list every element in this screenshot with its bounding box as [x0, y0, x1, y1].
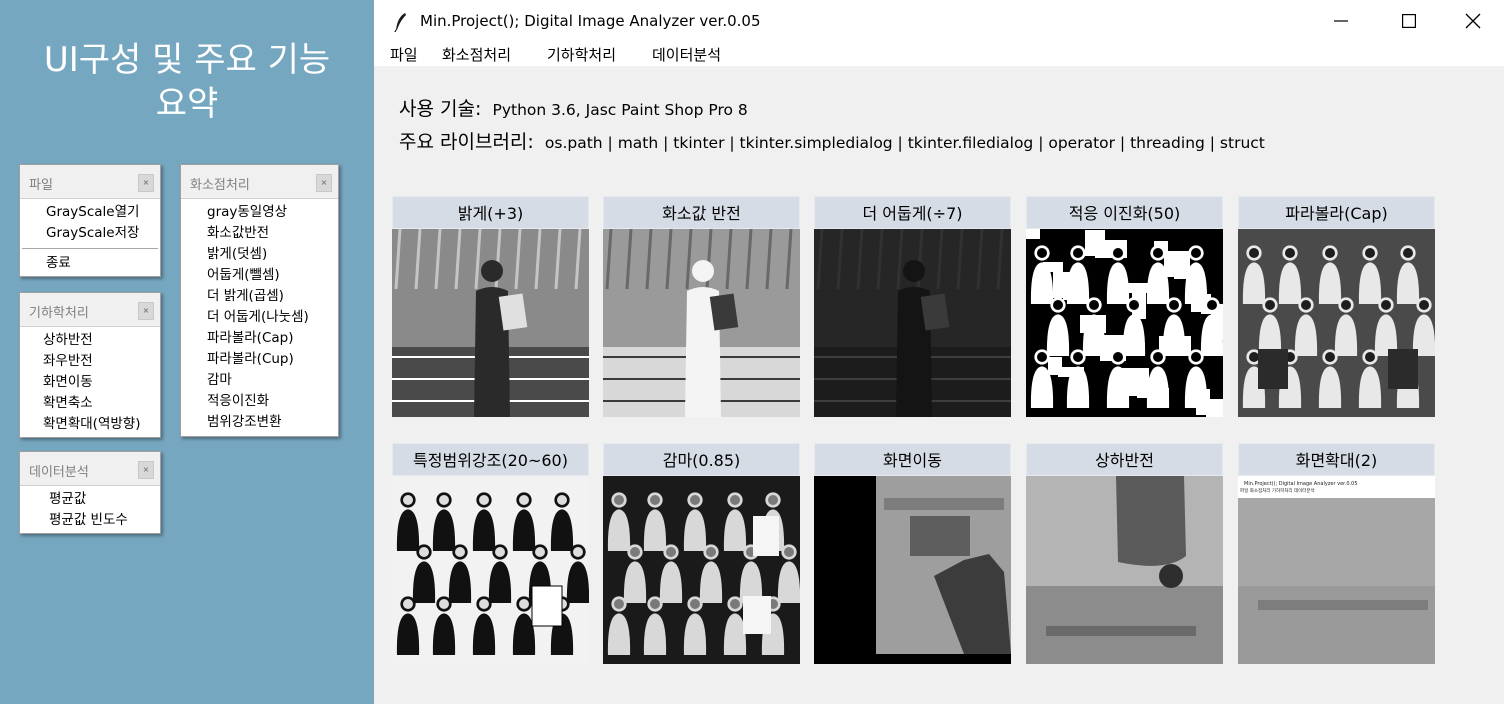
- image-tile-preview: [1026, 229, 1223, 417]
- image-tile-label: 화면이동: [814, 443, 1011, 476]
- image-tile-preview: Min.Project(); Digital Image Analyzer ve…: [1238, 476, 1435, 664]
- window-title: Min.Project(); Digital Image Analyzer ve…: [420, 12, 761, 30]
- image-tile: 파라볼라(Cap): [1238, 196, 1435, 417]
- tearoff-icon[interactable]: ×: [138, 461, 154, 479]
- close-button[interactable]: [1442, 0, 1504, 42]
- menu-item-darken-more[interactable]: 더 어둡게(나눗셈): [181, 307, 338, 328]
- geometry-menu-header-label: 기하학처리: [29, 306, 89, 321]
- image-tile-preview: [1238, 229, 1435, 417]
- menu-item-flip-horizontal[interactable]: 좌우반전: [20, 351, 160, 372]
- tech-label: 사용 기술:: [399, 98, 482, 120]
- geometry-menu-header[interactable]: 기하학처리 ×: [20, 293, 160, 327]
- slide-title-line-1: UI구성 및 주요 기능: [43, 40, 331, 80]
- data-analysis-menu-header[interactable]: 데이터분석 ×: [20, 452, 160, 486]
- menu-item-darken[interactable]: 어둡게(뺄셈): [181, 265, 338, 286]
- image-tile-label: 밝게(+3): [392, 196, 589, 229]
- menu-item-flip-vertical[interactable]: 상하반전: [20, 330, 160, 351]
- file-menu-dropdown: 파일 × GrayScale열기 GrayScale저장 종료: [19, 164, 161, 277]
- menu-item-exit[interactable]: 종료: [20, 253, 160, 274]
- libs-value: os.path | math | tkinter | tkinter.simpl…: [544, 134, 1265, 152]
- menu-item-zoom-in[interactable]: 확면확대(역방향): [20, 414, 160, 435]
- menubar-pixel[interactable]: 화소점처리: [442, 44, 511, 65]
- maximize-button[interactable]: [1378, 0, 1440, 42]
- menubar-data-analysis[interactable]: 데이터분석: [652, 44, 721, 65]
- geometry-menu-dropdown: 기하학처리 × 상하반전 좌우반전 화면이동 확면축소 확면확대(역방향): [19, 292, 161, 438]
- image-tile-preview: [603, 476, 800, 664]
- tech-info-line: 사용 기술: Python 3.6, Jasc Paint Shop Pro 8: [399, 94, 748, 121]
- menu-item-parabola-cap[interactable]: 파라볼라(Cap): [181, 328, 338, 349]
- menu-item-gray-same[interactable]: gray동일영상: [181, 202, 338, 223]
- image-tile-preview: [1026, 476, 1223, 664]
- menu-item-mean-frequency[interactable]: 평균값 빈도수: [20, 510, 160, 531]
- tech-value: Python 3.6, Jasc Paint Shop Pro 8: [492, 101, 748, 119]
- menu-item-invert[interactable]: 화소값반전: [181, 223, 338, 244]
- svg-text:파일 화소점처리 기하학처리 데이터분석: 파일 화소점처리 기하학처리 데이터분석: [1240, 487, 1315, 494]
- menu-item-mean[interactable]: 평균값: [20, 489, 160, 510]
- image-tile: 화면확대(2) Min.Project(); Digital Image Anal…: [1238, 443, 1435, 664]
- slide-panel: UI구성 및 주요 기능 요약 파일 × GrayScale열기 GraySca…: [0, 0, 374, 704]
- menu-item-grayscale-open[interactable]: GrayScale열기: [20, 202, 160, 223]
- pixel-menu-header[interactable]: 화소점처리 ×: [181, 165, 338, 199]
- menu-item-move[interactable]: 화면이동: [20, 372, 160, 393]
- image-tile: 특정범위강조(20~60): [392, 443, 589, 664]
- image-tile-label: 더 어둡게(÷7): [814, 196, 1011, 229]
- menu-item-brighten-more[interactable]: 더 밝게(곱셈): [181, 286, 338, 307]
- tearoff-icon[interactable]: ×: [316, 174, 332, 192]
- minimize-button[interactable]: [1310, 0, 1372, 42]
- image-tile-preview: [392, 229, 589, 417]
- data-analysis-menu-dropdown: 데이터분석 × 평균값 평균값 빈도수: [19, 451, 161, 534]
- menu-item-grayscale-save[interactable]: GrayScale저장: [20, 223, 160, 244]
- image-tile: 더 어둡게(÷7): [814, 196, 1011, 417]
- image-tile: 상하반전: [1026, 443, 1223, 664]
- file-menu-header[interactable]: 파일 ×: [20, 165, 160, 199]
- libs-info-line: 주요 라이브러리: os.path | math | tkinter | tki…: [399, 127, 1265, 154]
- title-bar[interactable]: Min.Project(); Digital Image Analyzer ve…: [374, 0, 1504, 42]
- menubar-geometry[interactable]: 기하학처리: [547, 44, 616, 65]
- image-tile-preview: [392, 476, 589, 664]
- image-tile-label: 적응 이진화(50): [1026, 196, 1223, 229]
- menu-separator: [22, 248, 158, 249]
- pixel-menu-dropdown: 화소점처리 × gray동일영상 화소값반전 밝게(덧셈) 어둡게(뺄셈) 더 …: [180, 164, 339, 437]
- maximize-icon: [1402, 14, 1416, 28]
- image-tile-label: 화소값 반전: [603, 196, 800, 229]
- image-tile-label: 감마(0.85): [603, 443, 800, 476]
- menubar-file[interactable]: 파일: [390, 44, 418, 65]
- svg-text:Min.Project(); Digital Image A: Min.Project(); Digital Image Analyzer ve…: [1244, 481, 1358, 487]
- tearoff-icon[interactable]: ×: [138, 302, 154, 320]
- libs-label: 주요 라이브러리:: [399, 131, 534, 153]
- slide-title: UI구성 및 주요 기능 요약: [12, 38, 362, 126]
- image-tile: 밝게(+3): [392, 196, 589, 417]
- tearoff-icon[interactable]: ×: [138, 174, 154, 192]
- image-tile: 화소값 반전: [603, 196, 800, 417]
- menu-item-gamma[interactable]: 감마: [181, 370, 338, 391]
- menu-item-adaptive-binary[interactable]: 적응이진화: [181, 391, 338, 412]
- feather-icon: [394, 13, 406, 32]
- minimize-icon: [1334, 20, 1348, 22]
- image-tile-label: 화면확대(2): [1238, 443, 1435, 476]
- image-tile-preview: [814, 229, 1011, 417]
- menu-item-parabola-cup[interactable]: 파라볼라(Cup): [181, 349, 338, 370]
- image-tile: 감마(0.85): [603, 443, 800, 664]
- image-tile-preview: [603, 229, 800, 417]
- image-tile-label: 특정범위강조(20~60): [392, 443, 589, 476]
- data-analysis-menu-header-label: 데이터분석: [29, 465, 89, 480]
- menu-item-zoom-out[interactable]: 확면축소: [20, 393, 160, 414]
- image-tile: 적응 이진화(50): [1026, 196, 1223, 417]
- app-window: Min.Project(); Digital Image Analyzer ve…: [374, 0, 1504, 704]
- image-tile: 화면이동: [814, 443, 1011, 664]
- image-tile-preview: [814, 476, 1011, 664]
- menu-bar: 파일 화소점처리 기하학처리 데이터분석: [374, 42, 1504, 66]
- slide-title-line-2: 요약: [155, 84, 219, 124]
- image-tile-label: 파라볼라(Cap): [1238, 196, 1435, 229]
- image-tile-label: 상하반전: [1026, 443, 1223, 476]
- pixel-menu-header-label: 화소점처리: [190, 178, 250, 193]
- menu-item-brighten[interactable]: 밝게(덧셈): [181, 244, 338, 265]
- menu-item-range-emphasis[interactable]: 범위강조변환: [181, 412, 338, 433]
- close-icon: [1465, 13, 1481, 29]
- file-menu-header-label: 파일: [29, 178, 53, 193]
